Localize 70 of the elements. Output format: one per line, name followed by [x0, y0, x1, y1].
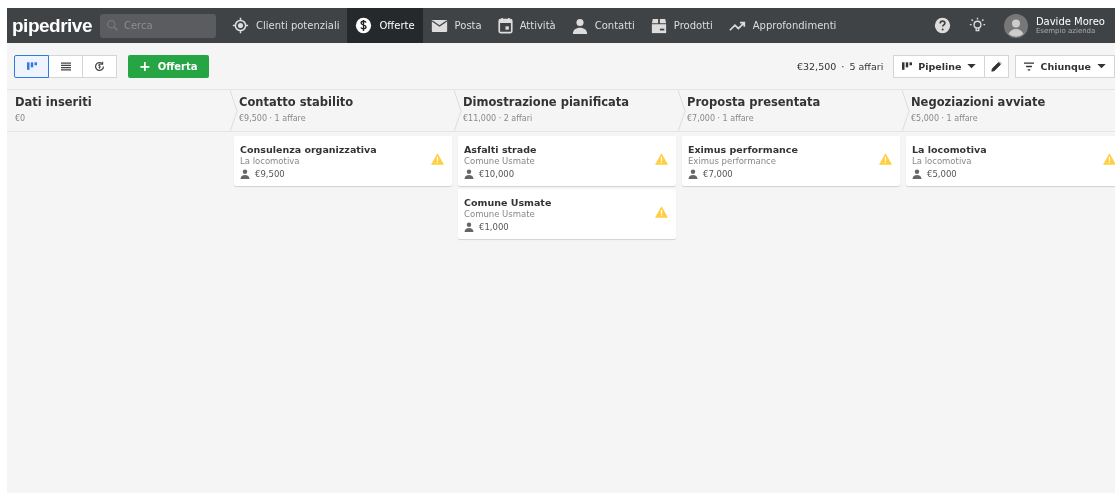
edit-button[interactable] — [984, 54, 1010, 78]
deal-organization: Comune Usmate — [464, 209, 536, 219]
stage-summary: €0 — [15, 114, 27, 123]
filter-icon — [1024, 61, 1035, 71]
deal-card[interactable]: Comune Usmate Comune Usmate €1,000 — [458, 189, 676, 239]
list-icon — [60, 61, 71, 71]
deal-title: Eximus performance — [688, 144, 799, 155]
deals-total: €32,500 — [797, 60, 837, 72]
stage-title: Contatto stabilito — [239, 95, 355, 109]
deal-title: Consulenza organizzativa — [240, 144, 378, 155]
forecast-icon — [94, 60, 105, 72]
stage-title: Dati inseriti — [15, 95, 93, 109]
view-toggle[interactable] — [14, 54, 49, 78]
deal-title: La locomotiva — [912, 144, 988, 155]
deal-organization: Eximus performance — [688, 156, 777, 166]
nav-tab[interactable]: Approfondimenti — [720, 8, 845, 43]
pencil-icon — [991, 60, 1003, 72]
dollar-icon — [355, 17, 373, 34]
separator-dot: · — [841, 60, 845, 72]
nav-tab[interactable]: Clienti potenziali — [224, 8, 348, 43]
deal-organization: La locomotiva — [240, 156, 301, 166]
stage-summary: €5,000 · 1 affare — [911, 114, 979, 123]
pipeline-dropdown[interactable]: Pipeline — [893, 54, 986, 78]
box-icon — [650, 17, 667, 34]
help-icon[interactable] — [933, 17, 951, 34]
deal-card[interactable]: La locomotiva La locomotiva €5,000 — [906, 136, 1115, 186]
trend-icon — [728, 19, 746, 32]
deal-title: Comune Usmate — [464, 197, 553, 208]
stage-summary: €7,000 · 1 affare — [687, 114, 755, 123]
deal-value: €10,000 — [479, 169, 515, 179]
logo[interactable]: pipedrive — [7, 14, 100, 37]
nav-tab[interactable]: Attività — [489, 8, 564, 43]
stage-summary: €11,000 · 2 affari — [463, 114, 534, 123]
deal-organization: La locomotiva — [912, 156, 973, 166]
deal-value: €5,000 — [927, 169, 957, 179]
search-icon — [106, 19, 119, 32]
deal-card[interactable]: Eximus performance Eximus performance €7,000 — [682, 136, 900, 186]
person-icon — [240, 169, 250, 179]
person-icon — [464, 169, 474, 179]
mail-icon — [430, 18, 448, 33]
person-icon — [912, 169, 922, 179]
deal-card[interactable]: Asfalti strade Comune Usmate €10,000 — [458, 136, 676, 186]
caret-icon — [967, 63, 977, 69]
stage-title: Dimostrazione pianificata — [463, 95, 631, 109]
pipeline-icon — [26, 61, 37, 71]
deal-organization: Comune Usmate — [464, 156, 536, 166]
user-name[interactable]: Davide Moreo — [1035, 16, 1105, 27]
lightbulb-icon[interactable] — [968, 17, 986, 34]
avatar-icon[interactable] — [1003, 13, 1028, 38]
deal-value: €9,500 — [255, 169, 285, 179]
stage-summary: €9,500 · 1 affare — [239, 114, 307, 123]
person-icon — [571, 17, 588, 34]
nav-tab[interactable]: Posta — [422, 8, 490, 43]
nav-tab[interactable]: Contatti — [563, 8, 643, 43]
filter-dropdown[interactable]: Chiunque — [1015, 54, 1115, 78]
person-icon — [464, 222, 474, 232]
deal-value: €1,000 — [479, 222, 509, 232]
calendar-icon — [497, 17, 513, 34]
caret-icon — [1097, 63, 1106, 69]
stage-title: Negoziazioni avviate — [911, 95, 1047, 109]
deal-value: €7,000 — [703, 169, 733, 179]
stage-title: Proposta presentata — [687, 95, 822, 109]
deals-count: 5 affari — [849, 60, 884, 72]
nav-tab[interactable]: Prodotti — [642, 8, 721, 43]
nav-tab[interactable]: Offerte — [347, 8, 423, 43]
pipeline-icon — [902, 61, 913, 71]
deal-card[interactable]: Consulenza organizzativa La locomotiva €9,500 — [234, 136, 452, 186]
target-icon — [232, 17, 249, 34]
deal-title: Asfalti strade — [464, 144, 538, 155]
person-icon — [688, 169, 698, 179]
